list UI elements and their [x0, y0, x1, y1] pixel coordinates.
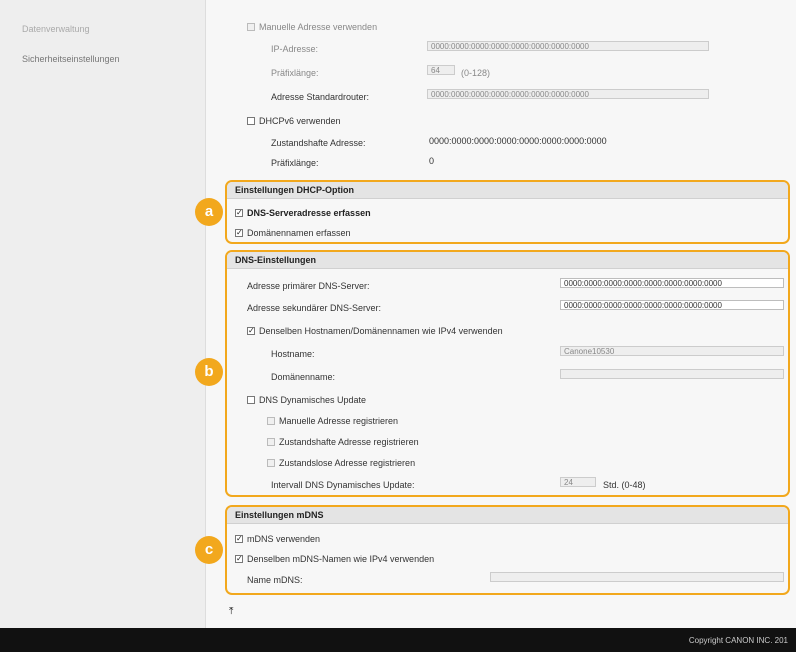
use-mdns-label: mDNS verwenden: [247, 534, 321, 544]
manual-address-label: Manuelle Adresse verwenden: [259, 22, 378, 32]
hostname-label: Hostname:: [271, 349, 315, 359]
primary-dns-label: Adresse primärer DNS-Server:: [247, 281, 370, 291]
use-mdns-checkbox[interactable]: ✓: [235, 535, 243, 543]
same-mdns-name-label: Denselben mDNS-Namen wie IPv4 verwenden: [247, 554, 435, 564]
callout-badge-c: c: [195, 536, 223, 564]
same-mdns-name-checkbox[interactable]: ✓: [235, 555, 243, 563]
callout-badge-b: b: [195, 358, 223, 386]
update-interval-unit: Std. (0-48): [603, 480, 646, 490]
default-gateway-field[interactable]: 0000:0000:0000:0000:0000:0000:0000:0000: [427, 89, 709, 99]
footer: Copyright CANON INC. 201: [0, 628, 796, 652]
sidebar-item-sicherheitseinstellungen[interactable]: Sicherheitseinstellungen: [22, 54, 120, 64]
dns-settings-title: DNS-Einstellungen: [235, 255, 317, 265]
mdns-title: Einstellungen mDNS: [235, 510, 324, 520]
domain-capture-checkbox[interactable]: ✓: [235, 229, 243, 237]
stateful-address-label: Zustandshafte Adresse:: [271, 138, 366, 148]
dhcpv6-label: DHCPv6 verwenden: [259, 116, 341, 126]
ip-address-field[interactable]: 0000:0000:0000:0000:0000:0000:0000:0000: [427, 41, 709, 51]
secondary-dns-field[interactable]: 0000:0000:0000:0000:0000:0000:0000:0000: [560, 300, 784, 310]
dns-server-capture-checkbox[interactable]: ✓: [235, 209, 243, 217]
update-interval-label: Intervall DNS Dynamisches Update:: [271, 480, 415, 490]
mdns-name-field[interactable]: [490, 572, 784, 582]
register-manual-checkbox[interactable]: [267, 417, 275, 425]
dns-settings-header: DNS-Einstellungen: [227, 252, 788, 269]
register-stateless-checkbox[interactable]: [267, 459, 275, 467]
prefix-length2-label: Präfixlänge:: [271, 158, 319, 168]
prefix-length-label: Präfixlänge:: [271, 68, 319, 78]
same-hostname-checkbox[interactable]: ✓: [247, 327, 255, 335]
prefix-length-field[interactable]: 64: [427, 65, 455, 75]
register-manual-label: Manuelle Adresse registrieren: [279, 416, 399, 426]
same-hostname-label: Denselben Hostnamen/Domänennamen wie IPv…: [259, 326, 503, 336]
manual-address-checkbox[interactable]: [247, 23, 255, 31]
sidebar: Datenverwaltung Sicherheitseinstellungen: [0, 0, 206, 628]
ipv6-settings-panel: Manuelle Adresse verwenden IP-Adresse: 0…: [225, 0, 790, 180]
register-stateful-checkbox[interactable]: [267, 438, 275, 446]
dhcp-option-section: Einstellungen DHCP-Option ✓ DNS-Serverad…: [225, 180, 790, 244]
domain-name-label: Domänenname:: [271, 372, 336, 382]
dhcp-option-header: Einstellungen DHCP-Option: [227, 182, 788, 199]
prefix-length-range: (0-128): [461, 68, 491, 78]
mdns-header: Einstellungen mDNS: [227, 507, 788, 524]
dns-dynamic-update-label: DNS Dynamisches Update: [259, 395, 367, 405]
dhcpv6-checkbox[interactable]: [247, 117, 255, 125]
copyright-text: Copyright CANON INC. 201: [688, 636, 788, 645]
mdns-name-label: Name mDNS:: [247, 575, 303, 585]
register-stateful-label: Zustandshafte Adresse registrieren: [279, 437, 419, 447]
back-to-top-icon[interactable]: ⤒: [229, 606, 233, 617]
mdns-section: Einstellungen mDNS ✓ mDNS verwenden ✓ De…: [225, 505, 790, 595]
dns-settings-section: DNS-Einstellungen Adresse primärer DNS-S…: [225, 250, 790, 497]
dns-dynamic-update-checkbox[interactable]: [247, 396, 255, 404]
domain-capture-label: Domänennamen erfassen: [247, 228, 351, 238]
prefix-length2-value: 0: [429, 156, 435, 166]
dhcp-option-title: Einstellungen DHCP-Option: [235, 185, 354, 195]
callout-badge-a: a: [195, 198, 223, 226]
ip-address-label: IP-Adresse:: [271, 44, 319, 54]
register-stateless-label: Zustandslose Adresse registrieren: [279, 458, 416, 468]
stateful-address-value: 0000:0000:0000:0000:0000:0000:0000:0000: [429, 136, 607, 146]
sidebar-item-datenverwaltung[interactable]: Datenverwaltung: [22, 24, 90, 34]
dns-server-capture-label: DNS-Serveradresse erfassen: [247, 208, 371, 218]
default-gateway-label: Adresse Standardrouter:: [271, 92, 370, 102]
domain-name-field[interactable]: [560, 369, 784, 379]
secondary-dns-label: Adresse sekundärer DNS-Server:: [247, 303, 382, 313]
hostname-field[interactable]: Canone10530: [560, 346, 784, 356]
update-interval-field[interactable]: 24: [560, 477, 596, 487]
primary-dns-field[interactable]: 0000:0000:0000:0000:0000:0000:0000:0000: [560, 278, 784, 288]
